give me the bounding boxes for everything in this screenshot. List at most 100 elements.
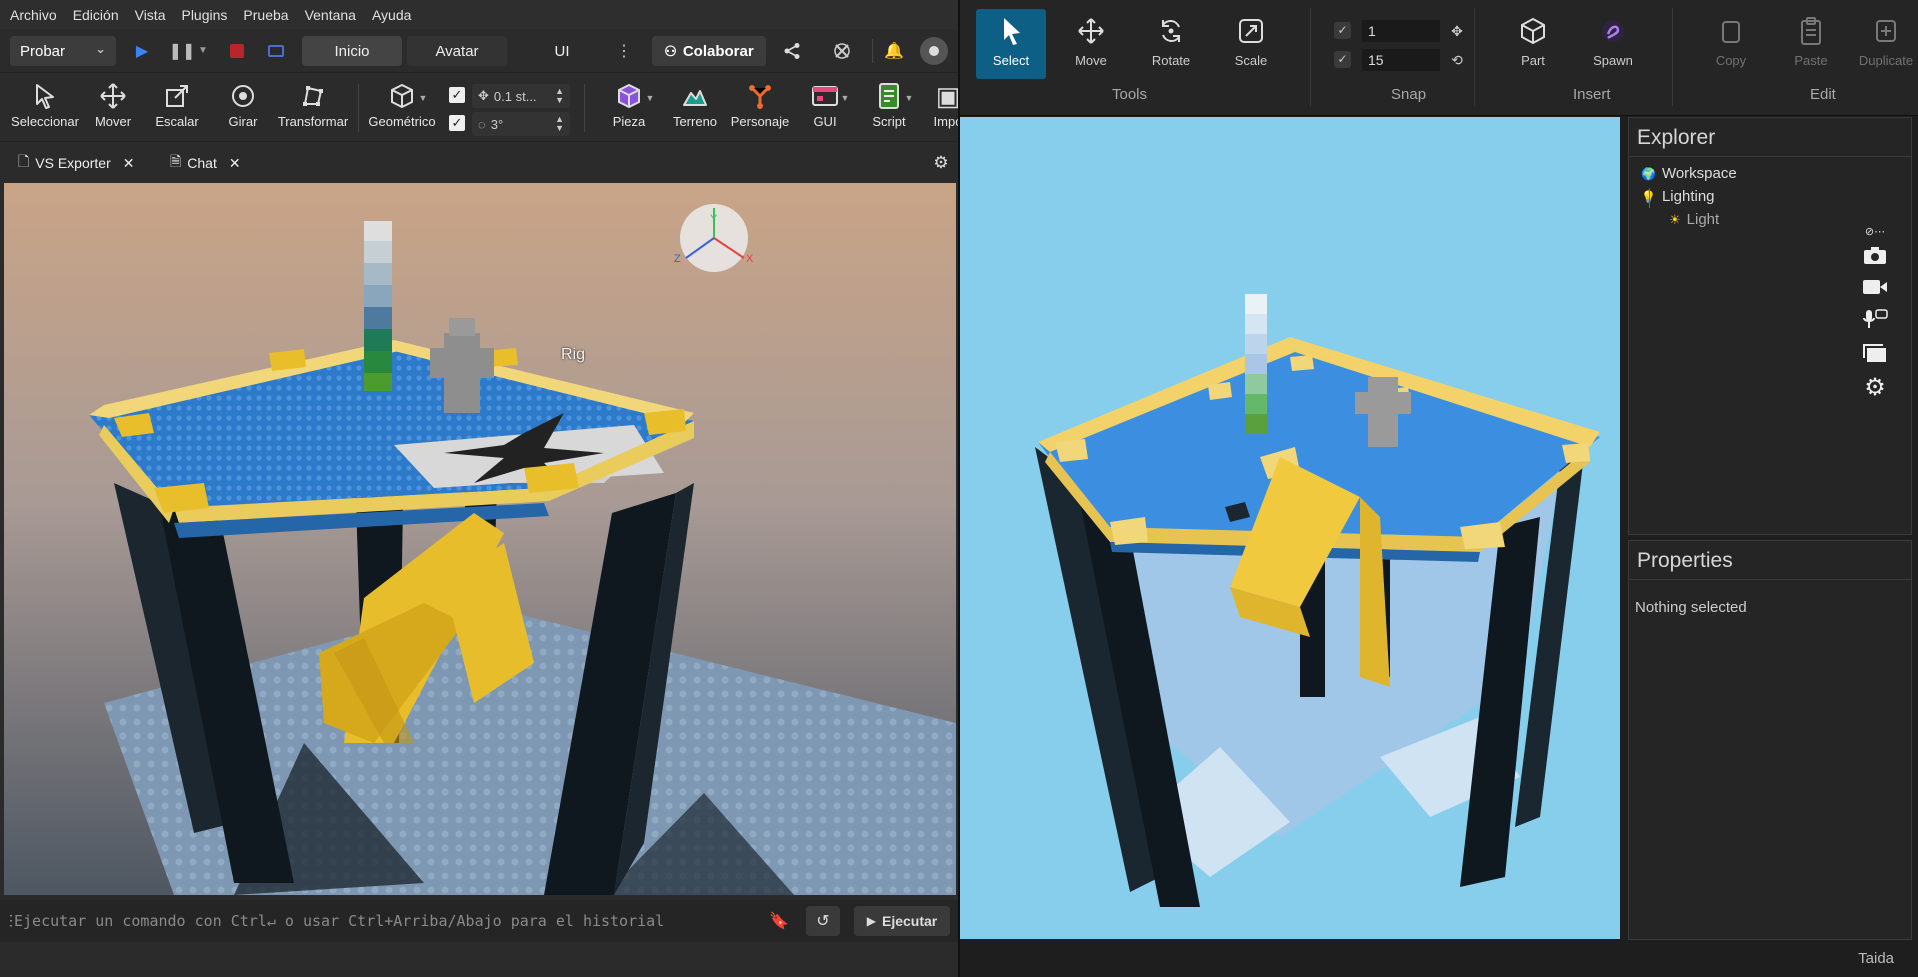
tool-transform[interactable]: Transformar [274, 78, 352, 140]
editor-3d-viewport[interactable] [960, 117, 1620, 939]
tree-item-light[interactable]: ☀ Light [1641, 208, 1737, 231]
tab-vs-exporter-label: VS Exporter [35, 155, 111, 171]
device-emulator-icon[interactable] [266, 41, 286, 61]
tab-vs-exporter[interactable]: 🗋 VS Exporter ✕ [18, 150, 134, 176]
gui-chevron-icon[interactable]: ▼ [840, 92, 850, 104]
more-options-icon[interactable]: ⋮ [616, 39, 632, 63]
insert-terrain-button[interactable]: Terreno [660, 78, 730, 140]
mode-avatar-button[interactable]: Avatar [407, 36, 507, 66]
window-layers-icon[interactable] [1860, 340, 1890, 366]
edit-duplicate-label: Duplicate [1858, 53, 1914, 68]
divider [1474, 8, 1475, 106]
tree-item-label: Workspace [1661, 165, 1737, 182]
close-icon[interactable]: ✕ [123, 155, 135, 172]
microphone-chat-icon[interactable] [1860, 306, 1890, 332]
script-chevron-icon[interactable]: ▼ [904, 92, 914, 104]
tool-move[interactable]: Move [1056, 9, 1126, 79]
rotate-snap-input[interactable]: ◌ 3° ▲ ▼ [472, 112, 570, 136]
panel-tabs: 🗋 VS Exporter ✕ 🗎 Chat ✕ ⚙ [0, 150, 958, 176]
tool-scale-label: Scale [1234, 53, 1268, 68]
visibility-more-icon[interactable]: ⊘⋯ [1860, 218, 1890, 244]
tool-select[interactable]: Select [976, 9, 1046, 79]
move-snap-checkbox[interactable]: ✓ [449, 87, 465, 103]
run-command-button[interactable]: ▶ Ejecutar [854, 906, 950, 936]
rotate-snap-input[interactable]: 15 [1362, 49, 1440, 71]
command-input[interactable]: Ejecutar un comando con Ctrl↵ o usar Ctr… [14, 906, 754, 936]
video-camera-icon[interactable] [1860, 274, 1890, 300]
rotate-snap-checkbox[interactable]: ✓ [449, 115, 465, 131]
rotate-snap-checkbox[interactable]: ✓ [1334, 51, 1351, 68]
pause-options-chevron-icon[interactable]: ▼ [197, 42, 209, 58]
character-rig-icon [746, 78, 774, 114]
studio-3d-viewport[interactable]: Rig Y X Z [4, 183, 956, 895]
settings-gear-icon[interactable]: ⚙ [930, 152, 952, 174]
tab-chat[interactable]: 🗎 Chat ✕ [170, 150, 241, 176]
insert-spawn-button[interactable]: Spawn [1578, 9, 1648, 79]
menu-ayuda[interactable]: Ayuda [366, 7, 421, 23]
script-document-icon [877, 78, 901, 114]
import-box-icon: ▣ [935, 80, 961, 111]
playtest-bar: Probar ⌄ ▶ ❚❚ ▼ Inicio Avatar UI ⋮ ⚇ Col… [0, 29, 958, 73]
insert-character-label: Personaje [730, 114, 790, 129]
gizmo-x-label: X [746, 253, 754, 265]
menu-prueba[interactable]: Prueba [237, 7, 298, 23]
editor-window: Select Move Rotate Scale Tools ✓ 1 ✥ ✓ 1… [960, 0, 1918, 977]
edit-paste-button[interactable]: Paste [1776, 9, 1846, 79]
share-icon[interactable] [780, 39, 804, 63]
move-snap-input[interactable]: ✥ 0.1 st... ▲ ▼ [472, 84, 570, 108]
tree-item-lighting[interactable]: 💡 Lighting [1641, 185, 1737, 208]
bookmark-icon[interactable]: 🔖 [768, 910, 790, 932]
history-icon[interactable]: ↺ [806, 906, 840, 936]
insert-gui-button[interactable]: GUI [790, 78, 860, 140]
notifications-bell-icon[interactable]: 🔔 [882, 39, 906, 63]
team-create-icon[interactable] [830, 39, 854, 63]
insert-script-button[interactable]: Script [854, 78, 924, 140]
pause-icon[interactable]: ❚❚ [169, 41, 196, 61]
camera-icon[interactable] [1860, 242, 1890, 268]
insert-part-label: Part [1521, 53, 1545, 68]
mode-ui-button[interactable]: UI [527, 36, 597, 66]
menu-archivo[interactable]: Archivo [4, 7, 67, 23]
menu-ventana[interactable]: Ventana [299, 7, 366, 23]
move-snap-input[interactable]: 1 [1362, 20, 1440, 42]
test-mode-dropdown[interactable]: Probar ⌄ [10, 36, 116, 66]
rotate-snap-icon: ◌ [478, 116, 486, 132]
settings-gear-icon[interactable]: ⚙ [1860, 374, 1890, 401]
tool-scale[interactable]: Escalar [144, 78, 210, 140]
chat-document-icon: 🗎 [170, 153, 182, 169]
avatar[interactable] [920, 37, 948, 65]
menu-edicion[interactable]: Edición [67, 7, 129, 23]
collaborate-button[interactable]: ⚇ Colaborar [652, 36, 766, 66]
play-icon[interactable]: ▶ [132, 41, 152, 61]
stop-icon[interactable] [227, 41, 247, 61]
rig-name-label: Rig [561, 346, 586, 363]
close-icon[interactable]: ✕ [229, 155, 241, 172]
edit-duplicate-button[interactable]: Duplicate [1850, 9, 1918, 79]
geometric-chevron-icon[interactable]: ▼ [418, 92, 428, 104]
tree-item-label: Light [1686, 211, 1720, 228]
mode-home-button[interactable]: Inicio [302, 36, 402, 66]
home-ribbon: Seleccionar Mover Escalar Girar Transfor… [0, 74, 962, 142]
move-snap-checkbox[interactable]: ✓ [1334, 22, 1351, 39]
tool-move[interactable]: Mover [78, 78, 148, 140]
tree-item-workspace[interactable]: 🌍 Workspace [1641, 162, 1737, 185]
insert-character-button[interactable]: Personaje [724, 78, 796, 140]
menu-vista[interactable]: Vista [129, 7, 176, 23]
tool-rotate[interactable]: Girar [210, 78, 276, 140]
snap-group-label: Snap [1391, 86, 1427, 103]
move-grid-icon: ✥ [478, 88, 489, 103]
edit-copy-button[interactable]: Copy [1696, 9, 1766, 79]
tool-scale[interactable]: Scale [1216, 9, 1286, 79]
transform-icon [300, 78, 326, 114]
menu-plugins[interactable]: Plugins [175, 7, 237, 23]
tool-geometric[interactable]: Geométrico [362, 78, 442, 140]
insert-part-button[interactable]: Pieza [594, 78, 664, 140]
cursor-arrow-icon [31, 78, 59, 114]
divider [872, 39, 873, 63]
globe-icon: 🌍 [1641, 166, 1656, 181]
insert-part-button[interactable]: Part [1498, 9, 1568, 79]
insert-group-label: Insert [1573, 86, 1611, 103]
part-chevron-icon[interactable]: ▼ [645, 92, 655, 104]
tool-select[interactable]: Seleccionar [6, 78, 84, 140]
tool-rotate[interactable]: Rotate [1136, 9, 1206, 79]
